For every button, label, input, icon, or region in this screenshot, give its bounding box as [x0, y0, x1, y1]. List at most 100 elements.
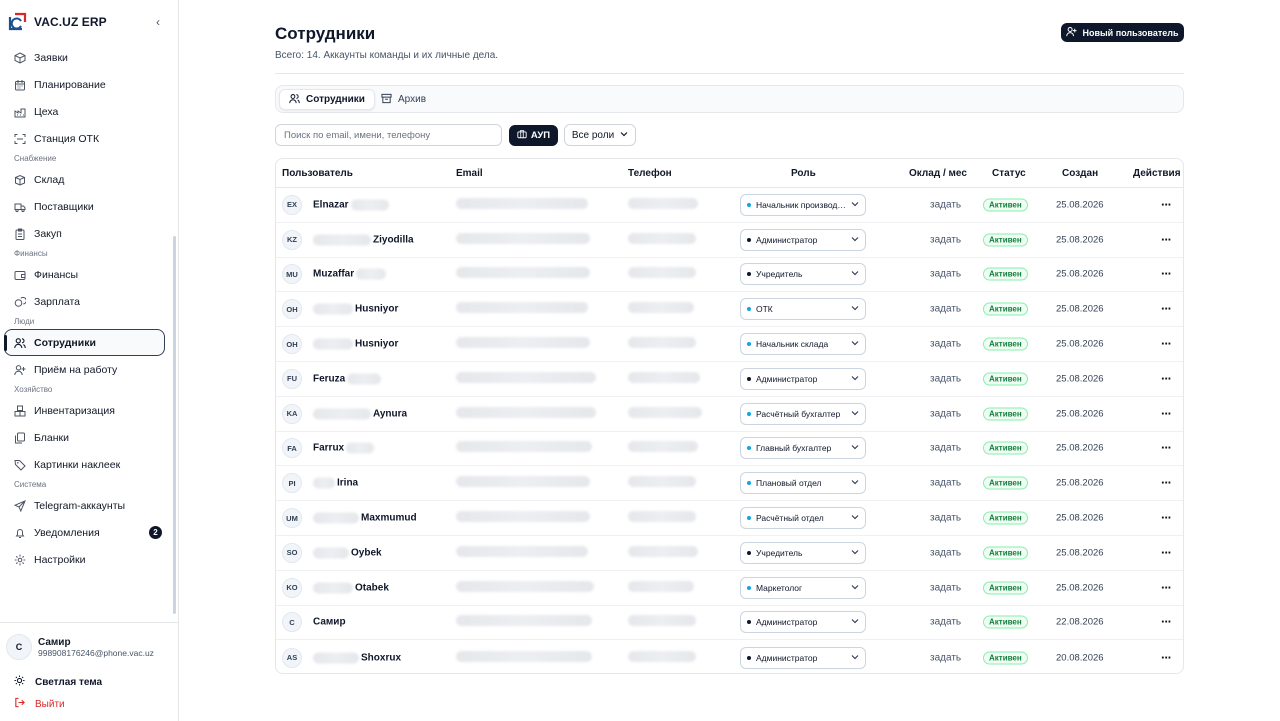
table-row[interactable]: MU Muzaffar Учредитель задать Активен 25.08.2…: [276, 258, 1183, 293]
role-select[interactable]: Администратор: [740, 228, 866, 251]
user-name[interactable]: Farrux: [313, 442, 375, 454]
more-actions-icon[interactable]: ···: [1161, 372, 1172, 385]
theme-toggle[interactable]: Светлая тема: [14, 675, 102, 689]
sidebar-item[interactable]: Склад: [0, 166, 172, 193]
sidebar-item[interactable]: Финансы: [0, 261, 172, 288]
more-actions-icon[interactable]: ···: [1161, 546, 1172, 559]
user-name[interactable]: Irina: [313, 477, 358, 489]
brand[interactable]: VAC.UZ ERP: [6, 11, 107, 33]
salary-set-link[interactable]: задать: [930, 373, 961, 384]
more-actions-icon[interactable]: ···: [1161, 511, 1172, 524]
role-select[interactable]: Главный бухгалтер: [740, 437, 866, 460]
sidebar-item[interactable]: Цеха: [0, 98, 172, 125]
chevron-left-icon[interactable]: ‹: [152, 15, 164, 29]
more-actions-icon[interactable]: ···: [1161, 407, 1172, 420]
tab-archive[interactable]: Архив: [372, 89, 435, 110]
logout-button[interactable]: Выйти: [14, 697, 65, 711]
table-row[interactable]: KZ Ziyodilla Администратор задать Активен 25.…: [276, 223, 1183, 258]
user-name[interactable]: Husniyor: [313, 338, 398, 350]
more-actions-icon[interactable]: ···: [1161, 198, 1172, 211]
sidebar-item[interactable]: Картинки наклеек: [0, 451, 172, 478]
user-name[interactable]: Feruza: [313, 373, 382, 385]
sidebar-item[interactable]: Закуп: [0, 220, 172, 247]
user-name[interactable]: Muzaffar: [313, 268, 387, 280]
salary-set-link[interactable]: задать: [930, 582, 961, 593]
role-select[interactable]: Плановый отдел: [740, 472, 866, 495]
role-select[interactable]: Маркетолог: [740, 576, 866, 599]
roles-select[interactable]: Все роли: [564, 124, 636, 146]
sidebar-item[interactable]: Настройки: [0, 546, 172, 573]
salary-set-link[interactable]: задать: [930, 478, 961, 489]
salary-set-link[interactable]: задать: [930, 408, 961, 419]
sidebar-item[interactable]: Приём на работу: [0, 356, 172, 383]
sidebar-item[interactable]: Сотрудники: [4, 329, 165, 356]
sidebar-item[interactable]: Уведомления 2: [0, 519, 172, 546]
table-row[interactable]: FA Farrux Главный бухгалтер задать Активен 25…: [276, 432, 1183, 467]
search-input[interactable]: [275, 124, 502, 146]
sidebar-item[interactable]: Заявки: [0, 44, 172, 71]
table-row[interactable]: KA Aynura Расчётный бухгалтер задать Активен…: [276, 397, 1183, 432]
salary-set-link[interactable]: задать: [930, 652, 961, 663]
more-actions-icon[interactable]: ···: [1161, 615, 1172, 628]
user-name[interactable]: Ziyodilla: [313, 234, 414, 246]
more-actions-icon[interactable]: ···: [1161, 267, 1172, 280]
salary-set-link[interactable]: задать: [930, 234, 961, 245]
sidebar-item[interactable]: Планирование: [0, 71, 172, 98]
role-select[interactable]: Администратор: [740, 646, 866, 669]
sidebar-scrollbar[interactable]: [173, 236, 176, 614]
table-row[interactable]: PI Irina Плановый отдел задать Активен 25.08.…: [276, 466, 1183, 502]
table-row[interactable]: OH Husniyor ОТК задать Активен 25.08.2026 ···: [276, 292, 1183, 328]
table-row[interactable]: UM Maxmumud Расчётный отдел задать Активен 25…: [276, 501, 1183, 536]
salary-set-link[interactable]: задать: [930, 269, 961, 280]
user-name[interactable]: Maxmumud: [313, 512, 417, 524]
role-select[interactable]: Расчётный отдел: [740, 507, 866, 530]
salary-set-link[interactable]: задать: [930, 304, 961, 315]
more-actions-icon[interactable]: ···: [1161, 337, 1172, 350]
user-name[interactable]: Aynura: [313, 408, 407, 420]
more-actions-icon[interactable]: ···: [1161, 581, 1172, 594]
user-name[interactable]: Elnazar: [313, 199, 389, 211]
role-select[interactable]: Администратор: [740, 367, 866, 390]
salary-set-link[interactable]: задать: [930, 547, 961, 558]
table-row[interactable]: KO Otabek Маркетолог задать Активен 25.08.202…: [276, 571, 1183, 606]
table-row[interactable]: AS Shoxrux Администратор задать Активен 20.08…: [276, 640, 1183, 673]
sidebar-item[interactable]: Станция ОТК: [0, 125, 172, 152]
user-card[interactable]: С Самир 998908176246@phone.vac.uz: [6, 634, 154, 660]
role-select[interactable]: Администратор: [740, 611, 866, 634]
table-row[interactable]: EX Elnazar Начальник производства задать Акт…: [276, 188, 1183, 223]
table-row[interactable]: С Самир Администратор задать Активен 22.08.20…: [276, 606, 1183, 641]
more-actions-icon[interactable]: ···: [1161, 233, 1172, 246]
aup-filter-button[interactable]: АУП: [509, 125, 558, 146]
sidebar-item[interactable]: Зарплата: [0, 288, 172, 315]
salary-set-link[interactable]: задать: [930, 617, 961, 628]
role-select[interactable]: Учредитель: [740, 263, 866, 286]
more-actions-icon[interactable]: ···: [1161, 651, 1172, 664]
user-name[interactable]: Oybek: [313, 547, 382, 559]
user-name[interactable]: Husniyor: [313, 303, 398, 315]
role-select[interactable]: Учредитель: [740, 541, 866, 564]
salary-set-link[interactable]: задать: [930, 339, 961, 350]
salary-set-link[interactable]: задать: [930, 199, 961, 210]
sidebar-item[interactable]: Инвентаризация: [0, 397, 172, 424]
more-actions-icon[interactable]: ···: [1161, 441, 1172, 454]
salary-set-link[interactable]: задать: [930, 513, 961, 524]
role-select[interactable]: ОТК: [740, 298, 866, 321]
table-row[interactable]: FU Feruza Администратор задать Активен 25.08.…: [276, 362, 1183, 397]
more-actions-icon[interactable]: ···: [1161, 302, 1172, 315]
user-name[interactable]: Shoxrux: [313, 652, 401, 664]
sidebar-item[interactable]: Telegram-аккаунты: [0, 492, 172, 519]
sidebar-item[interactable]: Бланки: [0, 424, 172, 451]
user-name[interactable]: Самир: [313, 617, 346, 628]
more-actions-icon[interactable]: ···: [1161, 476, 1172, 489]
table-row[interactable]: SO Oybek Учредитель задать Активен 25.08.2026…: [276, 536, 1183, 571]
new-user-button[interactable]: Новый пользователь: [1061, 23, 1184, 42]
user-name[interactable]: Otabek: [313, 582, 389, 594]
table-row[interactable]: OH Husniyor Начальник склада задать Активен 2…: [276, 327, 1183, 362]
sidebar-item[interactable]: Поставщики: [0, 193, 172, 220]
salary-set-link[interactable]: задать: [930, 443, 961, 454]
redacted-text: [313, 477, 335, 489]
role-select[interactable]: Расчётный бухгалтер: [740, 402, 866, 425]
tab-employees[interactable]: Сотрудники: [279, 89, 375, 110]
role-select[interactable]: Начальник склада: [740, 333, 866, 356]
role-select[interactable]: Начальник производства: [740, 193, 866, 216]
